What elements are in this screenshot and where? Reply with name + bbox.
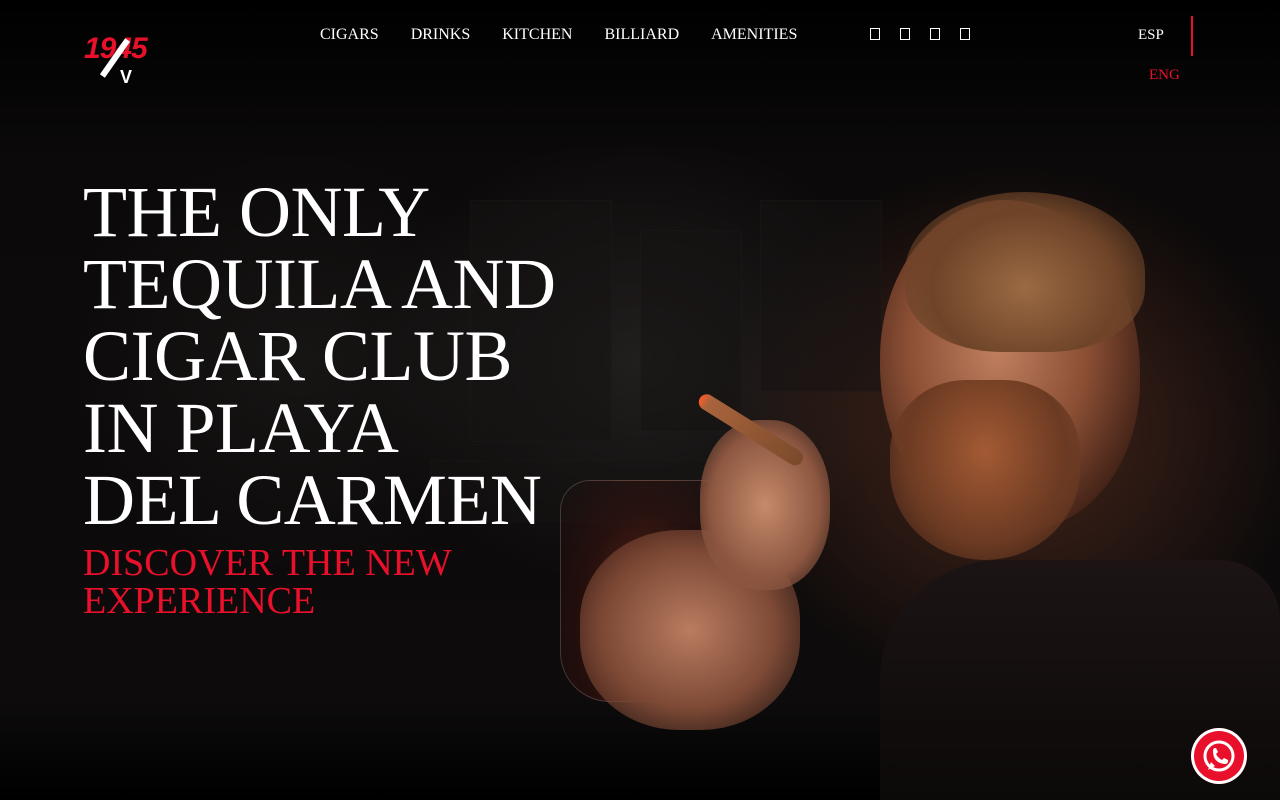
site-logo[interactable]: 1945 V <box>84 34 174 88</box>
nav-amenities[interactable]: AMENITIES <box>711 26 797 44</box>
nav-kitchen[interactable]: KITCHEN <box>502 26 572 44</box>
facebook-icon[interactable] <box>870 28 880 40</box>
language-divider <box>1191 16 1193 56</box>
nav-drinks[interactable]: DRINKS <box>411 26 471 44</box>
nav-billiard[interactable]: BILLIARD <box>604 26 679 44</box>
language-esp[interactable]: ESP <box>1138 26 1164 44</box>
language-eng[interactable]: ENG <box>1149 66 1180 84</box>
tripadvisor-icon[interactable] <box>930 28 940 40</box>
main-nav: CIGARS DRINKS KITCHEN BILLIARD AMENITIES <box>320 26 829 44</box>
youtube-icon[interactable] <box>960 28 970 40</box>
nav-cigars[interactable]: CIGARS <box>320 26 379 44</box>
whatsapp-button[interactable] <box>1191 728 1247 784</box>
whatsapp-icon <box>1203 740 1235 772</box>
hero-subtitle: DISCOVER THE NEW EXPERIENCE <box>83 542 452 622</box>
instagram-icon[interactable] <box>900 28 910 40</box>
hero-title: THE ONLY TEQUILA AND CIGAR CLUB IN PLAYA… <box>83 172 556 540</box>
social-links <box>870 28 970 40</box>
